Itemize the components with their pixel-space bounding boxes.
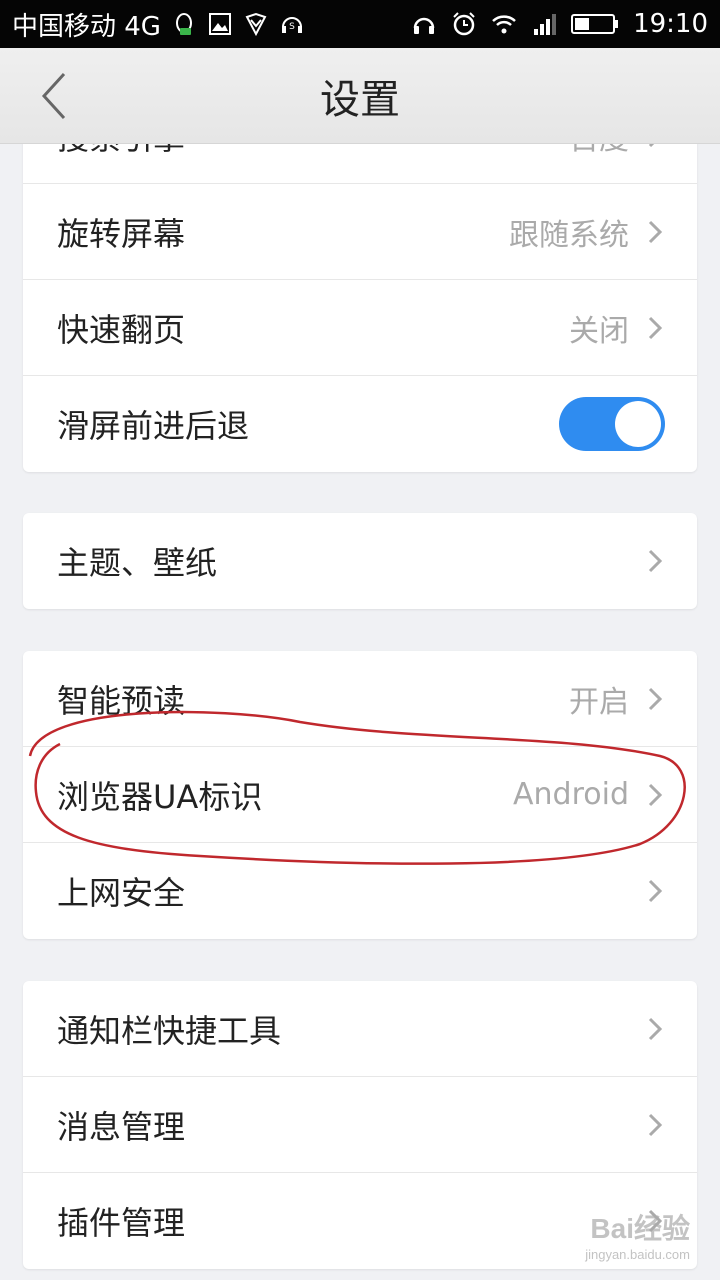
setting-row-theme-wallpaper[interactable]: 主题、壁纸 <box>23 513 697 609</box>
settings-group-general: 搜索引擎 百度 旋转屏幕 跟随系统 快速翻页 关闭 滑屏前进后退 <box>23 144 697 472</box>
setting-row-fast-page-turn[interactable]: 快速翻页 关闭 <box>23 280 697 376</box>
setting-label: 消息管理 <box>57 1107 186 1146</box>
setting-label: 智能预读 <box>57 681 186 720</box>
setting-row-web-security[interactable]: 上网安全 <box>23 843 697 939</box>
signal-icon <box>531 11 557 37</box>
music-app-icon: S <box>279 11 305 37</box>
settings-group-browsing: 智能预读 开启 浏览器UA标识 Android 上网安全 <box>23 651 697 939</box>
setting-value: 跟随系统 <box>509 217 629 253</box>
title-bar: 设置 <box>0 48 720 144</box>
chevron-right-icon <box>648 220 663 243</box>
headphones-icon <box>411 11 437 37</box>
chevron-right-icon <box>648 783 663 806</box>
chevron-right-icon <box>648 316 663 339</box>
toggle-knob <box>615 401 661 447</box>
setting-row-message-management[interactable]: 消息管理 <box>23 1077 697 1173</box>
chevron-right-icon <box>648 1017 663 1040</box>
page-title: 设置 <box>320 77 400 123</box>
chevron-right-icon <box>648 1113 663 1136</box>
image-icon <box>207 11 233 37</box>
alarm-icon <box>451 11 477 37</box>
setting-value: 开启 <box>569 684 629 720</box>
qq-icon <box>171 11 197 37</box>
setting-label: 搜索引擎 <box>57 144 185 159</box>
setting-label: 插件管理 <box>57 1204 186 1242</box>
watermark-brand: Bai经验 <box>590 1213 690 1244</box>
chevron-right-icon <box>648 549 663 573</box>
setting-row-browser-ua[interactable]: 浏览器UA标识 Android <box>23 747 697 843</box>
setting-row-smart-preload[interactable]: 智能预读 开启 <box>23 651 697 747</box>
battery-icon <box>571 11 619 37</box>
setting-label: 上网安全 <box>57 874 186 912</box>
swipe-navigation-toggle[interactable] <box>559 397 665 451</box>
svg-text:S: S <box>289 22 295 32</box>
setting-label: 旋转屏幕 <box>57 214 186 253</box>
chevron-right-icon <box>648 687 663 710</box>
chevron-right-icon <box>648 879 663 903</box>
setting-label: 通知栏快捷工具 <box>57 1011 282 1050</box>
setting-value: Android <box>513 777 629 812</box>
setting-row-search-engine[interactable]: 搜索引擎 百度 <box>23 144 697 184</box>
setting-row-swipe-navigation: 滑屏前进后退 <box>23 376 697 472</box>
wifi-icon <box>491 11 517 37</box>
setting-row-notification-tools[interactable]: 通知栏快捷工具 <box>23 981 697 1077</box>
setting-label: 滑屏前进后退 <box>57 407 250 445</box>
shield-icon <box>243 11 269 37</box>
chevron-right-icon <box>648 144 654 147</box>
carrier-label: 中国移动 4G <box>12 11 161 42</box>
setting-label: 主题、壁纸 <box>57 544 218 582</box>
clock: 19:10 <box>633 9 708 39</box>
status-bar: 中国移动 4G S 19:10 <box>0 0 720 48</box>
setting-row-rotate-screen[interactable]: 旋转屏幕 跟随系统 <box>23 184 697 280</box>
settings-group-theme: 主题、壁纸 <box>23 513 697 609</box>
setting-value: 关闭 <box>569 313 629 349</box>
baidu-jingyan-watermark: Bai经验 jingyan.baidu.com <box>585 1207 690 1262</box>
setting-label: 浏览器UA标识 <box>57 777 263 816</box>
settings-list[interactable]: 搜索引擎 百度 旋转屏幕 跟随系统 快速翻页 关闭 滑屏前进后退 主题、壁纸 智… <box>0 144 720 1280</box>
watermark-url: jingyan.baidu.com <box>585 1247 690 1262</box>
setting-label: 快速翻页 <box>57 310 186 349</box>
setting-value: 百度 <box>569 144 629 158</box>
